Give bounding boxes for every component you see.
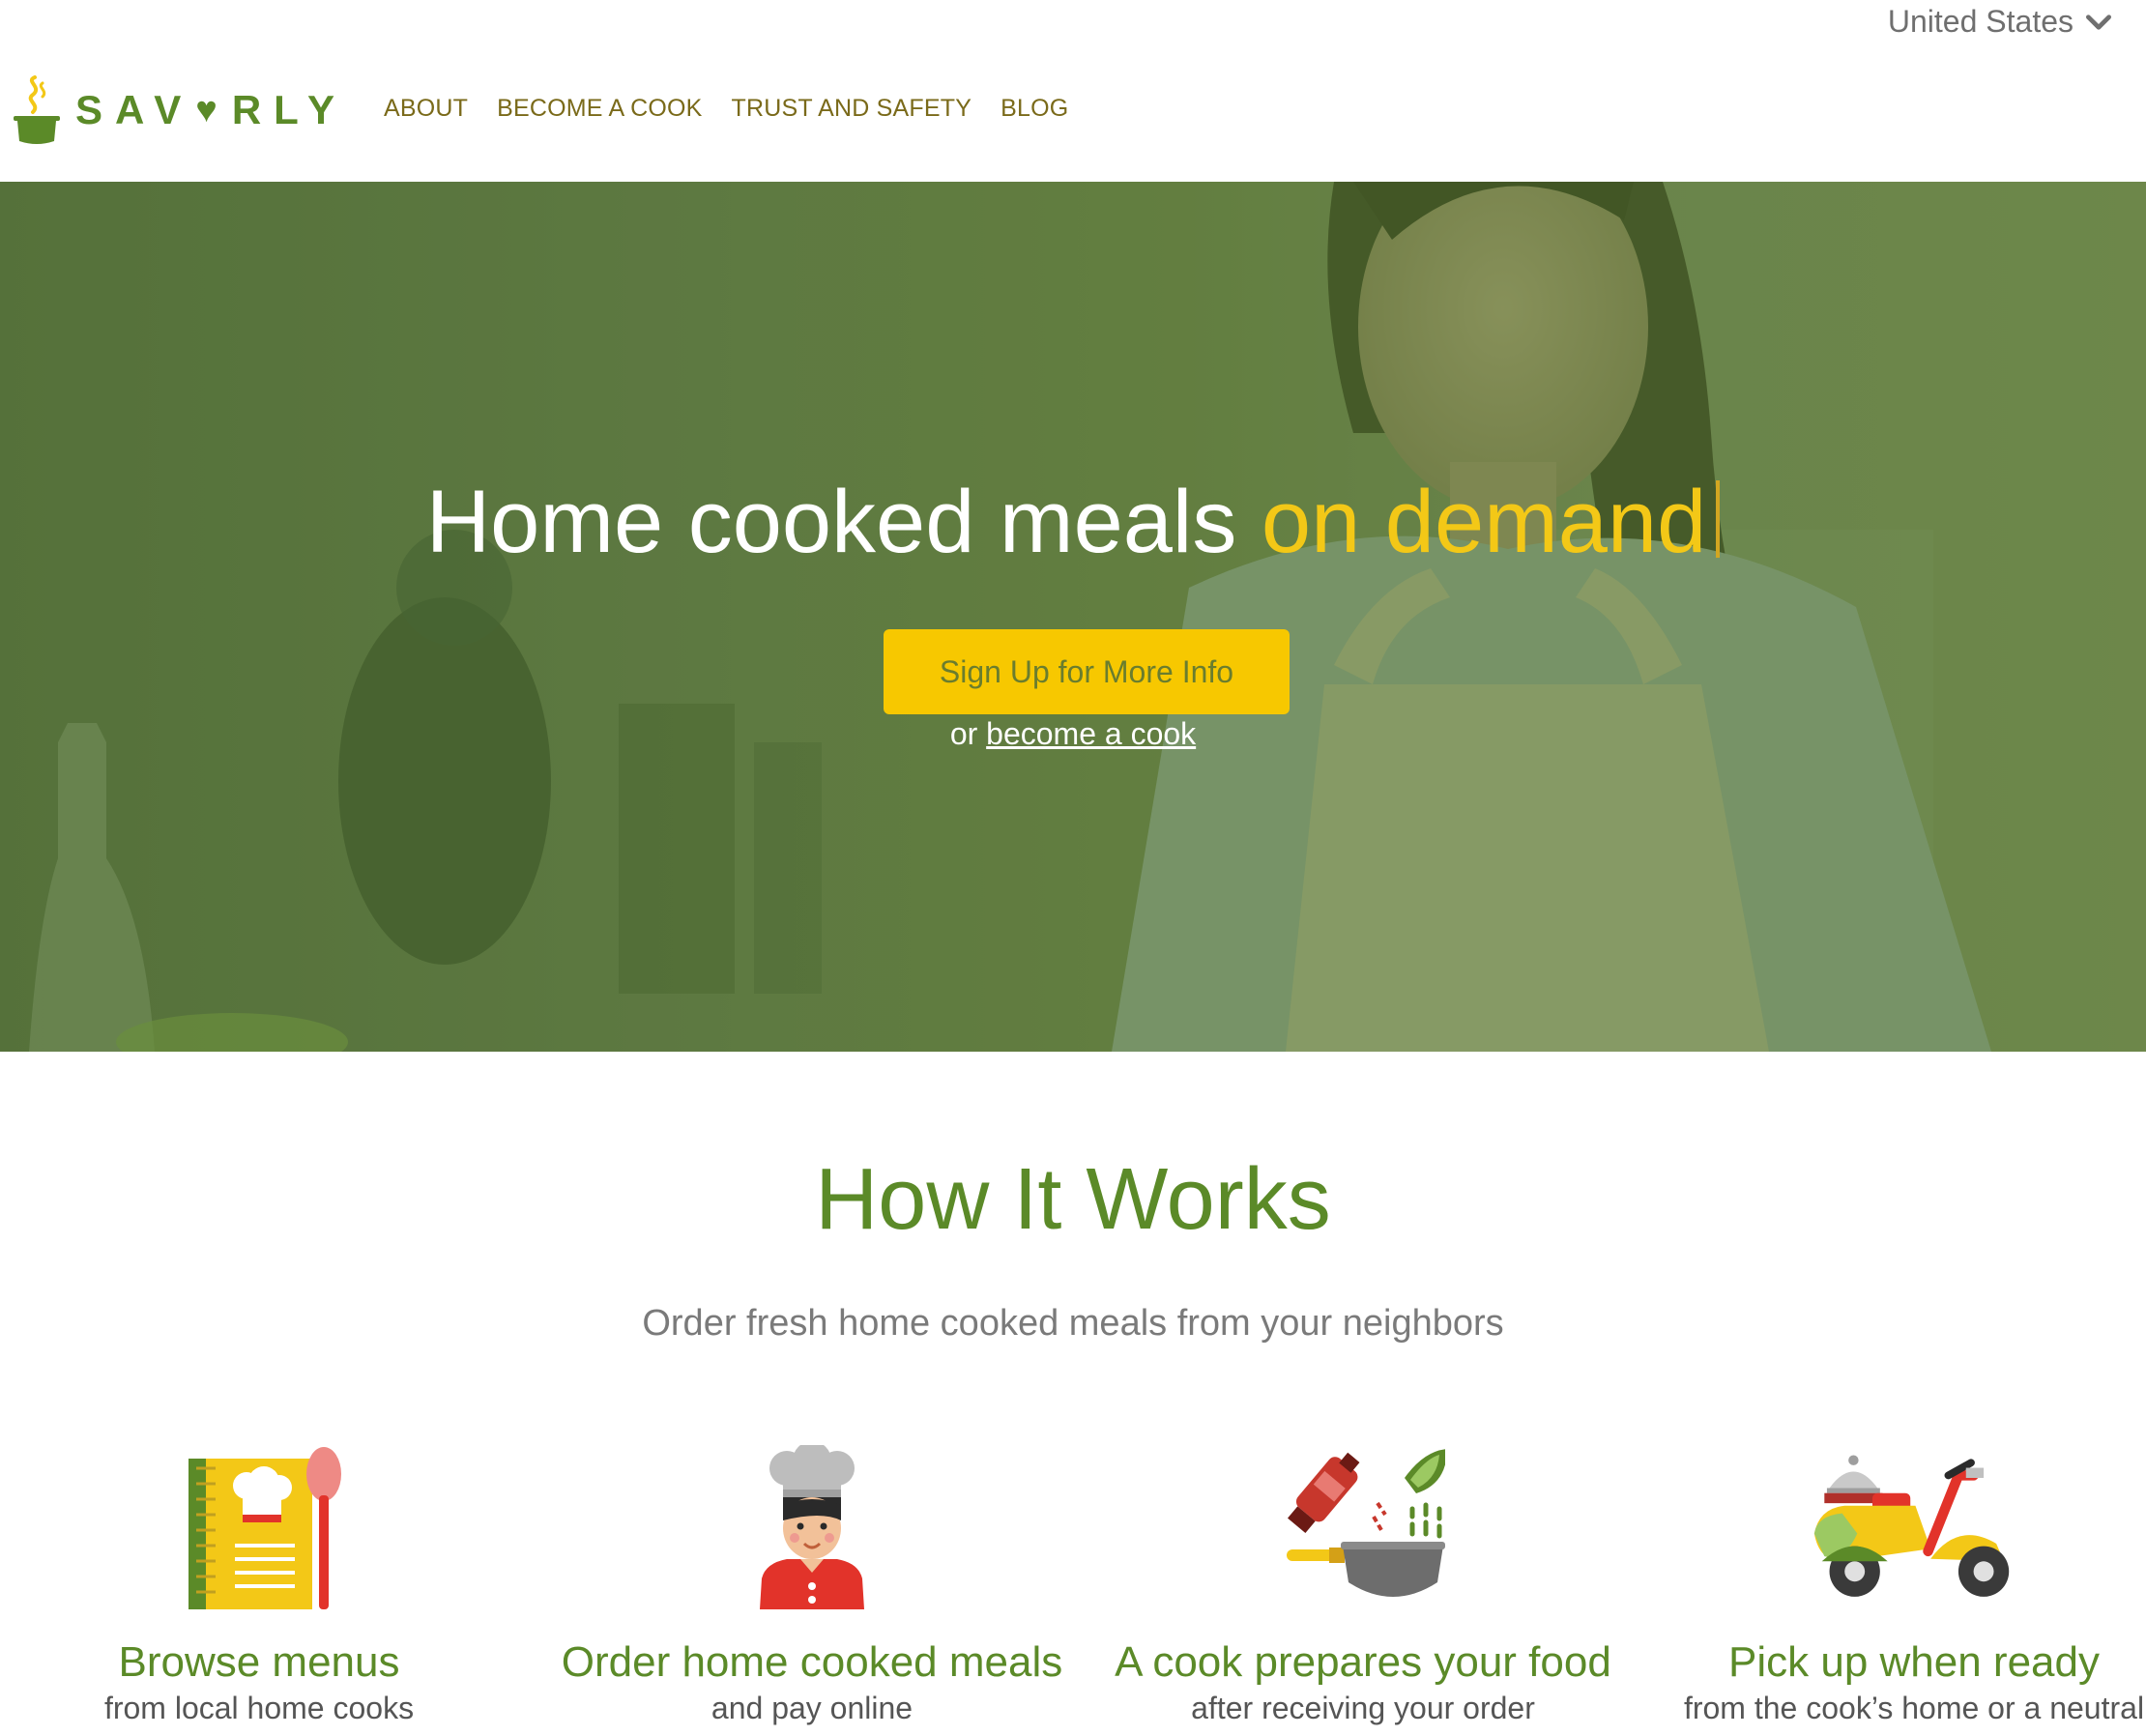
logo-text-end: RLY xyxy=(231,87,347,132)
country-selector[interactable]: United States xyxy=(1888,4,2114,40)
country-selector-label: United States xyxy=(1887,4,2074,39)
nav-become-a-cook[interactable]: Become a Cook xyxy=(497,95,702,123)
step-title: Pick up when ready xyxy=(1728,1638,2100,1686)
step-title: Browse menus xyxy=(118,1638,400,1686)
site-header: United States SAV ♥ RLY About Become a C… xyxy=(0,0,2146,182)
step-description: and pay online xyxy=(710,1691,914,1725)
nav-about[interactable]: About xyxy=(384,95,468,123)
savorly-logo[interactable]: SAV ♥ RLY xyxy=(12,73,347,147)
logo-text-start: SAV xyxy=(75,87,194,132)
chef-icon xyxy=(760,1445,864,1609)
main-nav: About Become a Cook Trust and Safety Blo… xyxy=(384,95,1068,123)
step-order-meals: Order home cooked meals and pay online xyxy=(541,1445,1083,1726)
heart-icon: ♥ xyxy=(195,89,230,130)
delivery-scooter-icon xyxy=(1813,1455,2010,1597)
step-description: from local home cooks xyxy=(103,1691,415,1725)
menu-book-icon xyxy=(188,1447,341,1609)
step-description: from the cook’s home or a neutral xyxy=(1683,1691,2145,1725)
cta-secondary-prefix: or xyxy=(949,716,987,751)
hero-color-overlay xyxy=(0,182,2146,1052)
hero-headline-main: Home cooked meals xyxy=(425,473,1262,571)
how-it-works-title: How It Works xyxy=(815,1151,1331,1248)
hero-section: Home cooked meals on demand Sign Up for … xyxy=(0,182,2146,1052)
typing-caret xyxy=(1716,480,1721,558)
step-title: A cook prepares your food xyxy=(1115,1638,1611,1686)
how-it-works-subtitle: Order fresh home cooked meals from your … xyxy=(642,1303,1504,1344)
cooking-pan-icon xyxy=(1287,1449,1445,1597)
cta-secondary: or become a cook xyxy=(0,716,2146,752)
hero-headline-accent: on demand xyxy=(1261,473,1707,571)
become-a-cook-link[interactable]: become a cook xyxy=(986,716,1196,751)
signup-button[interactable]: Sign Up for More Info xyxy=(884,629,1290,714)
step-pick-up: Pick up when ready from the cook’s home … xyxy=(1643,1445,2146,1726)
chevron-down-icon xyxy=(2086,14,2111,30)
steaming-pot-icon xyxy=(14,75,60,144)
nav-blog[interactable]: Blog xyxy=(1000,95,1068,123)
step-description: after receiving your order xyxy=(1191,1691,1535,1725)
nav-trust-and-safety[interactable]: Trust and Safety xyxy=(732,95,972,123)
step-title: Order home cooked meals xyxy=(561,1638,1063,1686)
step-browse-menus: Browse menus from local home cooks xyxy=(0,1445,530,1726)
hero-headline: Home cooked meals on demand xyxy=(0,472,2146,573)
step-cook-prepares: A cook prepares your food after receivin… xyxy=(1092,1445,1634,1726)
logo-wordmark: SAV ♥ RLY xyxy=(75,87,347,133)
